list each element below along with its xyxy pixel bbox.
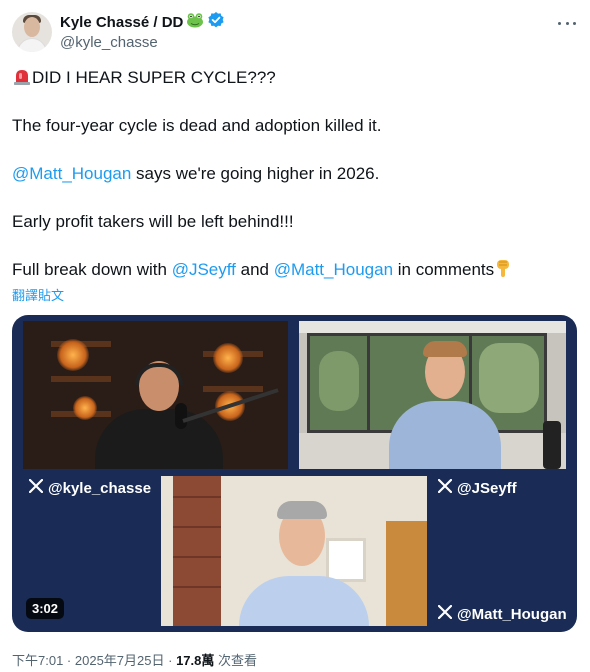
tweet-line-text: and [235,260,274,279]
siren-emoji-icon [12,68,32,92]
post-time[interactable]: 下午7:01 [12,653,63,668]
video-label-text: @kyle_chasse [48,479,152,497]
tweet-line-text: says we're going higher in 2026. [131,164,380,183]
frog-emoji-icon [186,12,204,33]
tweet-header: Kyle Chassé / DD @kyle_chasse [12,10,578,56]
views-label: 次查看 [214,653,257,668]
video-label-guest-2: @Matt_Hougan [437,604,567,623]
mention-link[interactable]: @JSeyff [172,260,236,279]
tweet-line: Early profit takers will be left behind!… [12,212,294,231]
post-date[interactable]: 2025年7月25日 [75,653,165,668]
video-duration: 3:02 [26,598,65,619]
video-label-host: @kyle_chasse [28,478,152,497]
video-tile-guest-1 [299,321,566,469]
views-count: 17.8萬 [176,653,215,668]
tweet-line: The four-year cycle is dead and adoption… [12,116,382,135]
video-label-text: @Matt_Hougan [457,605,567,623]
tweet-meta: 下午7:01 · 2025年7月25日 · 17.8萬 次查看 [12,650,257,669]
x-logo-icon [437,604,453,623]
meta-separator: · [164,653,177,668]
meta-separator: · [63,653,75,668]
x-logo-icon [437,478,453,497]
mention-link[interactable]: @Matt_Hougan [274,260,393,279]
video-tile-guest-2 [161,476,427,626]
display-name[interactable]: Kyle Chassé / DD [60,14,183,31]
avatar[interactable] [12,12,52,52]
video-label-text: @JSeyff [457,479,517,497]
tweet-line-text: Full break down with [12,260,172,279]
tweet-line: @Matt_Hougan says we're going higher in … [12,162,379,185]
verified-badge-icon [207,11,225,34]
tweet-line: DID I HEAR SUPER CYCLE??? [12,66,276,92]
video-label-guest-1: @JSeyff [437,478,517,497]
x-logo-icon [28,478,44,497]
mention-link[interactable]: @Matt_Hougan [12,164,131,183]
translate-link[interactable]: 翻譯貼文 [12,285,64,304]
video-player[interactable]: @kyle_chasse @JSeyff @Matt_Hougan 3:02 [12,315,577,632]
name-row: Kyle Chassé / DD [60,11,225,34]
tweet-line-text: in comments [393,260,495,279]
video-tile-host [23,321,288,469]
pointing-down-emoji-icon [494,258,512,284]
tweet-line: Full break down with @JSeyff and @Matt_H… [12,258,512,284]
handle[interactable]: @kyle_chasse [60,34,158,51]
tweet-line-text: DID I HEAR SUPER CYCLE??? [32,68,276,87]
more-icon[interactable] [556,14,578,32]
